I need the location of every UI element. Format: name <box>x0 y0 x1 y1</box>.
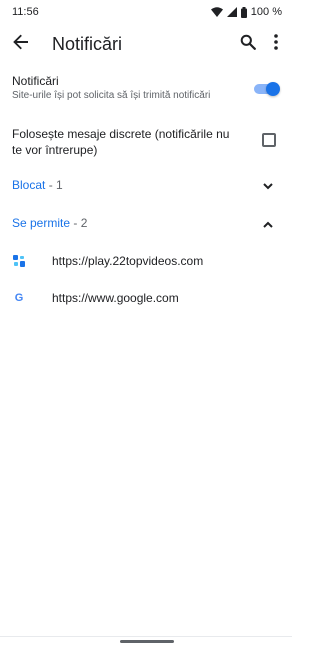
wifi-icon <box>210 7 223 17</box>
google-g-icon: G <box>14 292 24 304</box>
section-allowed-count: - 2 <box>70 216 88 230</box>
quiet-messages-checkbox[interactable] <box>262 133 276 147</box>
back-arrow-icon <box>13 34 29 55</box>
notifications-description: Site-urile își pot solicita să își trimi… <box>12 90 211 101</box>
quiet-messages-label: Folosește mesaje discrete (notificările … <box>12 127 230 157</box>
site-url: https://play.22topvideos.com <box>52 254 204 268</box>
notifications-toggle-row[interactable]: Notificări Site-urile își pot solicita s… <box>0 66 292 110</box>
status-bar: 11:56 100 % <box>0 0 292 24</box>
notifications-toggle[interactable] <box>254 82 280 96</box>
quiet-messages-row[interactable]: Folosește mesaje discrete (notificările … <box>0 122 292 162</box>
section-allowed-name: Se permite <box>12 216 71 230</box>
search-button[interactable] <box>236 32 260 56</box>
section-blocked-name: Blocat <box>12 178 46 192</box>
notifications-settings-screen: 11:56 100 % Notificări Notificări Site-u… <box>0 0 292 648</box>
app-bar: Notificări <box>0 24 292 64</box>
back-button[interactable] <box>9 32 33 56</box>
status-icons: 100 % <box>210 6 282 18</box>
section-blocked-label: Blocat - 1 <box>12 178 63 192</box>
toggle-thumb <box>266 82 280 96</box>
section-allowed-label: Se permite - 2 <box>12 216 87 230</box>
section-blocked-count: - 1 <box>45 178 63 192</box>
page-title: Notificări <box>52 34 123 54</box>
battery-icon <box>240 6 247 18</box>
status-time: 11:56 <box>12 6 39 18</box>
chevron-down-icon[interactable] <box>260 178 276 194</box>
gesture-handle[interactable] <box>120 640 174 643</box>
site-favicon-icon <box>12 254 26 268</box>
search-icon <box>240 34 256 55</box>
more-vert-icon <box>274 33 278 55</box>
section-allowed[interactable]: Se permite - 2 <box>0 210 292 238</box>
chevron-up-icon[interactable] <box>260 216 276 232</box>
battery-percent: 100 % <box>250 6 282 18</box>
site-row[interactable]: G https://www.google.com <box>0 284 292 314</box>
more-options-button[interactable] <box>264 32 288 56</box>
notifications-label: Notificări <box>12 74 59 88</box>
signal-icon <box>226 7 237 17</box>
site-row[interactable]: https://play.22topvideos.com <box>0 247 292 277</box>
section-blocked[interactable]: Blocat - 1 <box>0 172 292 200</box>
nav-divider <box>0 636 292 637</box>
site-url: https://www.google.com <box>52 291 179 305</box>
